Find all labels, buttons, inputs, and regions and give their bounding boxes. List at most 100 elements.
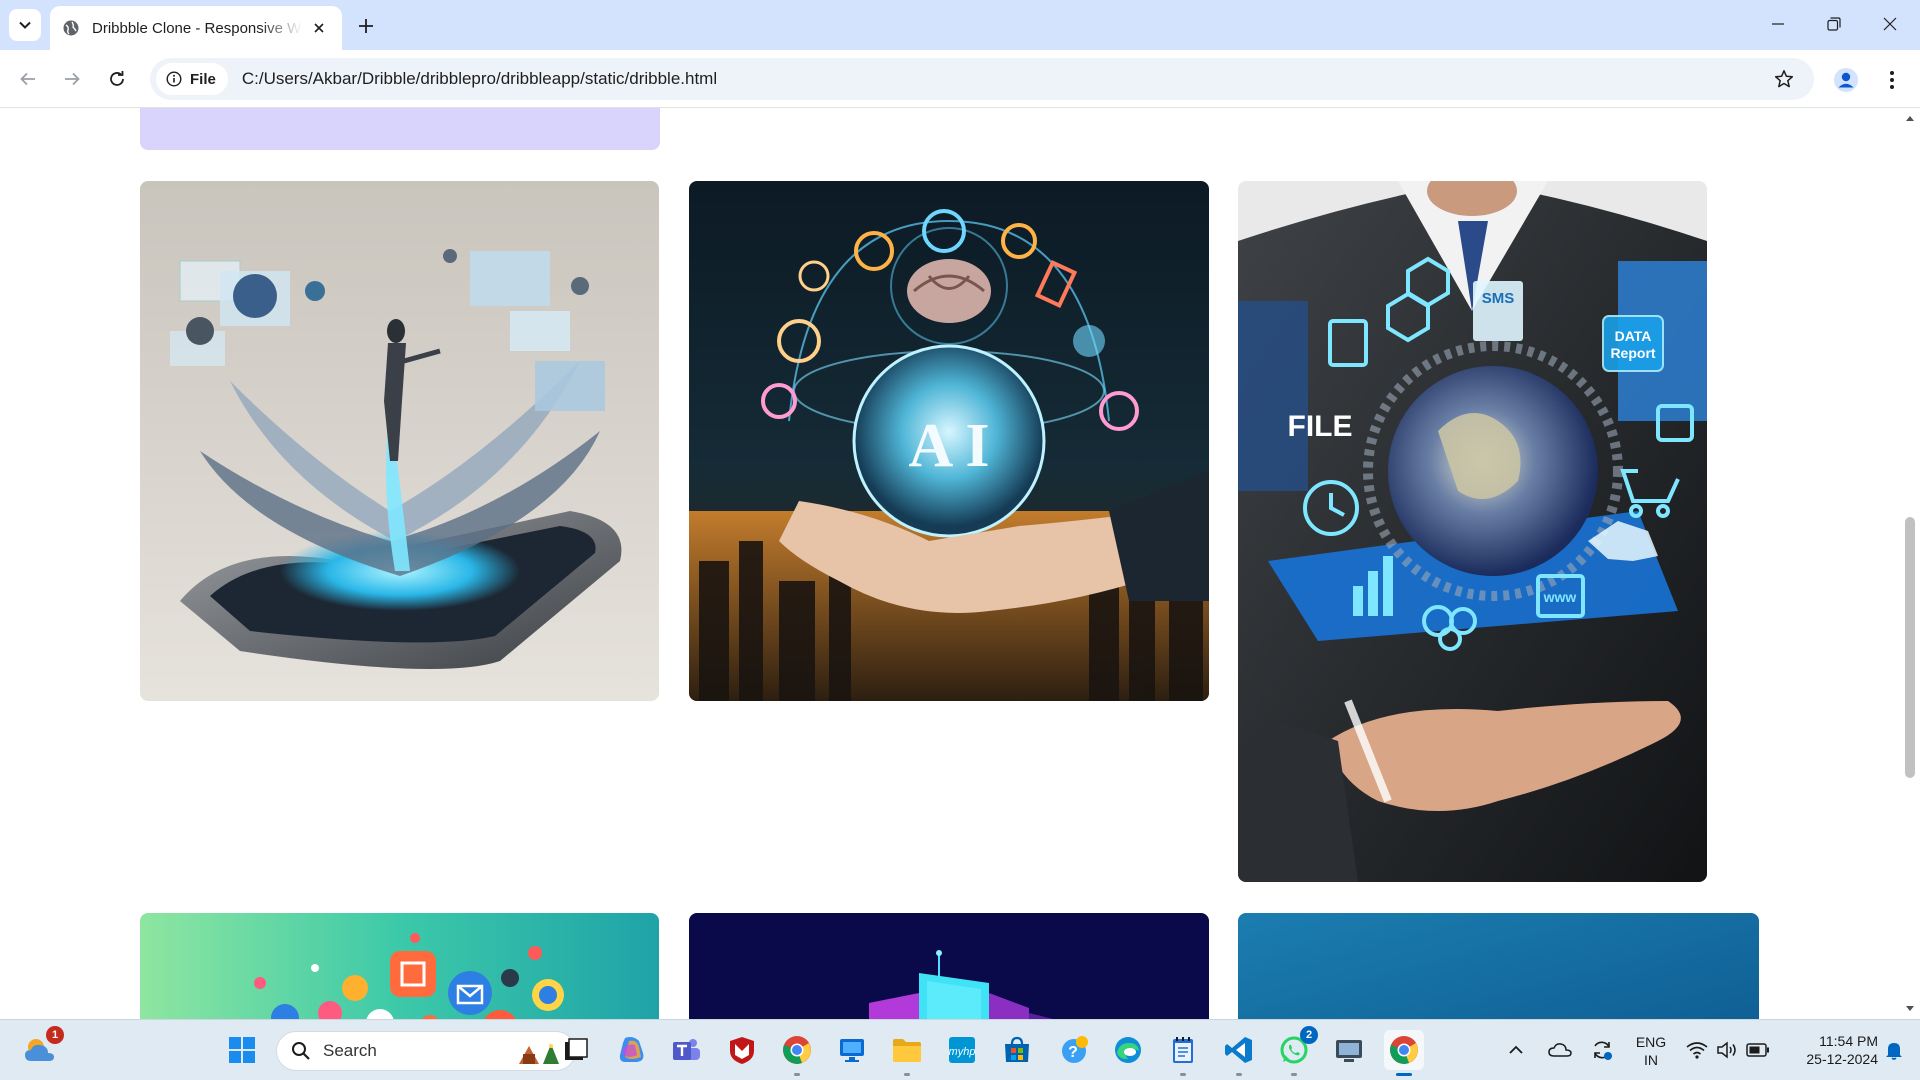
shot-social-icons[interactable] <box>140 913 659 1019</box>
running-indicator <box>1291 1073 1297 1076</box>
navy-bars-image <box>689 913 1209 1019</box>
address-bar[interactable]: File C:/Users/Akbar/Dribble/dribblepro/d… <box>150 58 1814 100</box>
windows-logo-icon <box>229 1037 255 1063</box>
chevron-up-icon <box>1509 1045 1523 1054</box>
shot-businessman-globe[interactable]: SMS DATA Report FILE www <box>1238 181 1707 882</box>
minimize-icon <box>1772 23 1784 25</box>
taskbar-get-help[interactable]: ? <box>1054 1030 1094 1070</box>
running-indicator <box>1180 1073 1186 1076</box>
data-label: DATA <box>1615 328 1652 344</box>
language-code: ENG <box>1635 1034 1667 1050</box>
arrow-left-icon <box>20 72 35 86</box>
weather-badge: 1 <box>46 1026 64 1044</box>
bookmark-star-button[interactable] <box>1772 67 1796 91</box>
restore-button[interactable] <box>1814 8 1854 40</box>
search-highlight-icon <box>519 1044 559 1064</box>
chrome-icon <box>1390 1036 1418 1064</box>
new-tab-button[interactable] <box>352 12 380 40</box>
shot-blue-gradient[interactable] <box>1238 913 1759 1019</box>
scrollbar-thumb[interactable] <box>1905 517 1915 778</box>
globe-icon <box>62 19 80 37</box>
clock[interactable]: 11:54 PM 25-12-2024 <box>1782 1032 1878 1068</box>
start-button[interactable] <box>222 1030 262 1070</box>
taskbar-edge[interactable] <box>1108 1030 1148 1070</box>
language-indicator[interactable]: ENG IN <box>1628 1033 1674 1069</box>
taskbar-file-explorer[interactable] <box>887 1030 927 1076</box>
help-icon: ? <box>1062 1036 1088 1063</box>
ai-phone-hologram-image <box>140 181 659 701</box>
shot-ai-globe-hand[interactable]: A I <box>689 181 1209 701</box>
language-region: IN <box>1644 1052 1658 1068</box>
restore-icon <box>1827 17 1841 31</box>
more-vertical-icon <box>1890 71 1894 89</box>
sync-tray[interactable] <box>1584 1030 1620 1070</box>
teams-icon <box>673 1039 700 1060</box>
file-label: FILE <box>1288 410 1353 443</box>
site-info-chip[interactable]: File <box>156 63 228 95</box>
clock-date: 25-12-2024 <box>1806 1051 1878 1067</box>
arrow-right-icon <box>65 72 80 86</box>
taskbar-notepad[interactable] <box>1163 1030 1203 1076</box>
notifications-button[interactable] <box>1876 1030 1912 1070</box>
copilot-icon <box>619 1037 644 1062</box>
whatsapp-badge: 2 <box>1300 1026 1318 1044</box>
taskbar-copilot[interactable] <box>612 1030 652 1070</box>
taskbar-microsoft-store[interactable] <box>997 1030 1037 1070</box>
chrome-icon <box>783 1036 811 1064</box>
report-label: Report <box>1610 345 1655 361</box>
page-viewport: A I SMS DATA Report FILE www <box>0 108 1900 1019</box>
windows-taskbar: 1 Search myhp ? 2 ENG IN 11:54 PM 25-12-… <box>0 1019 1920 1080</box>
avatar-icon <box>1834 68 1858 92</box>
weather-widget[interactable]: 1 <box>20 1026 64 1070</box>
scroll-down-icon[interactable] <box>1904 1003 1916 1015</box>
browser-menu-button[interactable] <box>1880 64 1904 96</box>
taskbar-chrome[interactable] <box>777 1030 817 1076</box>
minimize-button[interactable] <box>1758 8 1798 40</box>
shot-lilac-partial[interactable] <box>140 108 660 150</box>
page-scrollbar[interactable] <box>1900 108 1920 1019</box>
clock-time: 11:54 PM <box>1819 1033 1878 1049</box>
taskbar-task-view[interactable] <box>556 1030 596 1070</box>
taskbar-vscode[interactable] <box>1219 1030 1259 1076</box>
search-placeholder: Search <box>323 1041 377 1060</box>
url-text[interactable]: C:/Users/Akbar/Dribble/dribblepro/dribbl… <box>242 69 717 89</box>
svg-text:?: ? <box>1068 1044 1078 1061</box>
taskbar-chrome-active[interactable] <box>1384 1030 1424 1076</box>
scroll-up-icon[interactable] <box>1904 112 1916 124</box>
quick-settings-tray[interactable] <box>1680 1030 1776 1070</box>
taskbar-mcafee[interactable] <box>722 1030 762 1070</box>
close-tab-icon[interactable] <box>308 17 330 39</box>
mcafee-shield-icon <box>730 1037 754 1064</box>
shot-navy-bars[interactable] <box>689 913 1209 1019</box>
taskbar-remote-desktop[interactable] <box>832 1030 872 1070</box>
taskbar-snipping-tool[interactable] <box>1329 1030 1369 1070</box>
plus-icon <box>359 19 373 33</box>
ai-globe-hand-image: A I <box>689 181 1209 701</box>
cloud-icon <box>1548 1043 1572 1057</box>
tab-search-button[interactable] <box>9 9 41 41</box>
profile-button[interactable] <box>1830 64 1862 96</box>
onedrive-tray[interactable] <box>1542 1030 1578 1070</box>
wifi-icon <box>1686 1042 1708 1059</box>
taskbar-whatsapp[interactable]: 2 <box>1274 1026 1318 1076</box>
tab-title: Dribbble Clone - Responsive Web <box>92 19 302 37</box>
search-icon <box>292 1042 310 1060</box>
myhp-icon: myhp <box>949 1037 975 1063</box>
info-icon <box>166 71 182 87</box>
ai-letters: A I <box>909 412 990 480</box>
volume-icon <box>1717 1041 1736 1059</box>
reload-button[interactable] <box>101 63 133 95</box>
taskbar-teams[interactable] <box>666 1030 706 1070</box>
back-button[interactable] <box>12 63 44 95</box>
battery-icon <box>1746 1043 1769 1057</box>
forward-button[interactable] <box>56 63 88 95</box>
close-window-button[interactable] <box>1870 8 1910 40</box>
taskbar-myhp[interactable]: myhp <box>942 1030 982 1070</box>
tab-strip: Dribbble Clone - Responsive Web <box>0 0 1920 50</box>
taskbar-search[interactable]: Search <box>276 1031 576 1071</box>
shot-ai-phone-hologram[interactable] <box>140 181 659 701</box>
show-hidden-icons-button[interactable] <box>1502 1030 1530 1070</box>
browser-tab[interactable]: Dribbble Clone - Responsive Web <box>50 6 342 50</box>
site-info-label: File <box>190 70 216 88</box>
running-indicator <box>1236 1073 1242 1076</box>
